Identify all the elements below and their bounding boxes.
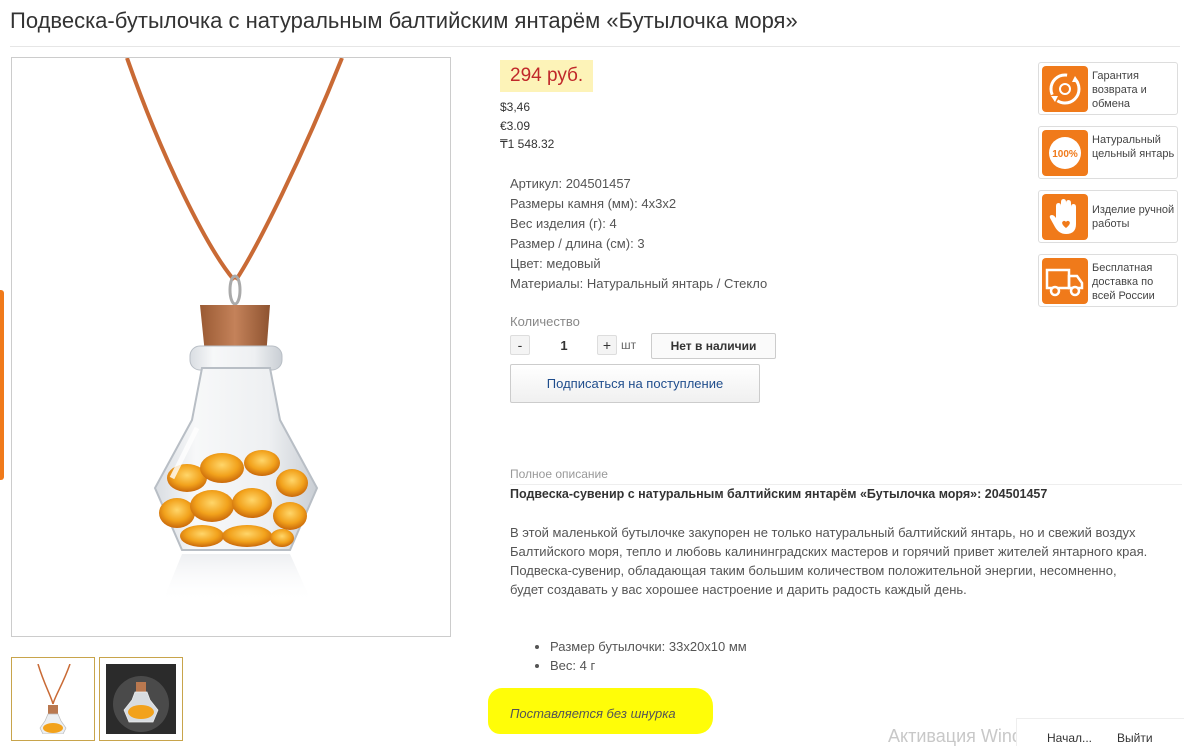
description-text: В этой маленькой бутылочке закупорен не …	[510, 525, 1148, 597]
spec-value: 3	[637, 236, 645, 251]
quantity-plus-button[interactable]: +	[597, 335, 617, 355]
bottom-link-bar: Начал... Выйти	[1016, 718, 1184, 746]
badge-label: Гарантия возврата и обмена	[1092, 70, 1147, 110]
description-heading: Подвеска-сувенир с натуральным балтийски…	[510, 487, 1048, 501]
badge-handmade[interactable]: Изделие ручной работы	[1038, 190, 1178, 243]
spec-row-weight: Вес изделия (г): 4	[510, 214, 767, 234]
exit-link[interactable]: Выйти	[1117, 731, 1153, 745]
start-link[interactable]: Начал...	[1047, 731, 1092, 745]
price-main: 294 руб.	[510, 65, 584, 86]
badge-label: Натуральный цельный янтарь	[1092, 134, 1175, 160]
delivery-truck-icon	[1042, 258, 1088, 304]
spec-value: медовый	[546, 256, 601, 271]
badge-return-guarantee[interactable]: Гарантия возврата и обмена	[1038, 62, 1178, 115]
badge-icon-text: 100%	[1052, 149, 1078, 160]
natural-amber-100-icon: 100%	[1042, 130, 1088, 176]
list-item: Размер бутылочки: 33х20х10 мм	[550, 637, 747, 656]
spec-label: Размер / длина (см):	[510, 236, 634, 251]
subscribe-button[interactable]: Подписаться на поступление	[510, 364, 760, 403]
description-divider	[510, 484, 1182, 485]
product-specs: Артикул: 204501457 Размеры камня (мм): 4…	[510, 174, 767, 294]
thumbnail-2[interactable]	[99, 657, 183, 741]
out-of-stock-button[interactable]: Нет в наличии	[651, 333, 776, 359]
price-eur: €3.09	[500, 118, 531, 133]
spec-value: 4х3х2	[641, 196, 677, 211]
badge-natural-amber[interactable]: 100% Натуральный цельный янтарь	[1038, 126, 1178, 179]
description-label: Полное описание	[510, 467, 608, 481]
spec-value: Натуральный янтарь / Стекло	[586, 276, 768, 291]
badge-label: Изделие ручной работы	[1092, 204, 1175, 230]
description-bullets: Размер бутылочки: 33х20х10 мм Вес: 4 г	[550, 637, 747, 675]
spec-value: 4	[609, 216, 617, 231]
price-kzt: ₸1 548.32	[500, 137, 555, 151]
side-feedback-tab[interactable]	[0, 290, 4, 480]
spec-label: Цвет:	[510, 256, 543, 271]
price-box: 294 руб.	[500, 60, 594, 92]
no-cord-note: Поставляется без шнурка	[510, 706, 676, 721]
page-title: Подвеска-бутылочка с натуральным балтийс…	[10, 8, 798, 33]
spec-label: Артикул:	[510, 176, 563, 191]
spec-row-article: Артикул: 204501457	[510, 174, 767, 194]
handmade-hand-icon	[1042, 194, 1088, 240]
spec-row-materials: Материалы: Натуральный янтарь / Стекло	[510, 274, 767, 294]
quantity-unit: шт	[621, 338, 637, 352]
list-item: Вес: 4 г	[550, 656, 747, 675]
badge-free-delivery[interactable]: Бесплатная доставка по всей России	[1038, 254, 1178, 307]
spec-label: Вес изделия (г):	[510, 216, 606, 231]
quantity-input[interactable]	[534, 335, 594, 355]
thumbnail-pendant-dark-image	[106, 664, 176, 734]
quantity-minus-button[interactable]: -	[510, 335, 530, 355]
spec-label: Размеры камня (мм):	[510, 196, 638, 211]
thumbnail-pendant-white-image	[37, 664, 71, 734]
product-main-image[interactable]	[11, 57, 451, 637]
title-divider	[10, 46, 1180, 47]
return-guarantee-icon	[1042, 66, 1088, 112]
thumbnail-1[interactable]	[11, 657, 95, 741]
spec-row-size: Размер / длина (см): 3	[510, 234, 767, 254]
spec-row-color: Цвет: медовый	[510, 254, 767, 274]
badge-label: Бесплатная доставка по всей России	[1092, 262, 1155, 302]
quantity-label: Количество	[510, 314, 580, 329]
alt-prices: $3,46 €3.09 ₸1 548.32	[500, 98, 554, 154]
amber-bottle-pendant-image	[125, 58, 344, 603]
spec-row-stone-size: Размеры камня (мм): 4х3х2	[510, 194, 767, 214]
price-usd: $3,46	[500, 100, 531, 114]
spec-value: 204501457	[565, 176, 631, 191]
spec-label: Материалы:	[510, 276, 584, 291]
